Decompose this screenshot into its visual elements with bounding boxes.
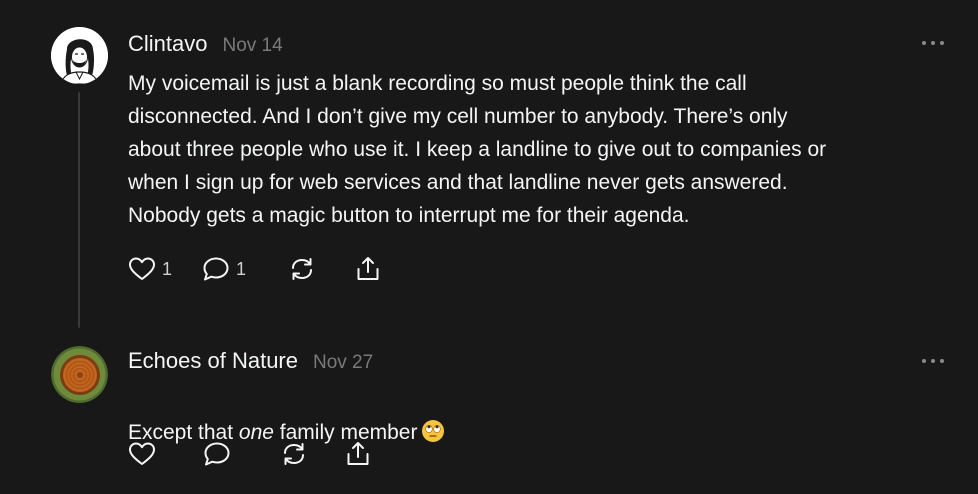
author-name[interactable]: Clintavo (128, 31, 207, 57)
comment-date[interactable]: Nov 14 (222, 35, 282, 57)
reply-button[interactable]: 1 (202, 256, 246, 282)
like-button[interactable] (128, 441, 156, 467)
reply-button[interactable] (203, 441, 231, 467)
ellipsis-icon (922, 41, 926, 45)
comment-body: My voicemail is just a blank recording s… (128, 72, 827, 227)
like-button[interactable]: 1 (128, 256, 172, 282)
comment-actions (128, 440, 372, 468)
comment-bubble-icon (203, 257, 229, 281)
share-button[interactable] (344, 440, 372, 468)
ellipsis-icon (922, 359, 926, 363)
heart-icon (129, 257, 155, 280)
comment-thread: Clintavo Nov 14 My voicemail is just a b… (0, 0, 978, 494)
author-name[interactable]: Echoes of Nature (128, 348, 298, 374)
reply-count: 1 (236, 258, 247, 279)
comment-header: Echoes of Nature Nov 27 (128, 348, 373, 374)
avatar[interactable] (51, 27, 108, 84)
repost-button[interactable] (280, 441, 308, 467)
heart-icon (129, 442, 155, 465)
repost-icon (284, 443, 304, 465)
thread-connector-line (78, 92, 80, 328)
portrait-sketch-avatar-icon (51, 27, 108, 84)
comment-echoes-of-nature: Echoes of Nature Nov 27 Except that one … (0, 340, 978, 494)
tree-rings-avatar-icon (51, 346, 108, 403)
comment-actions: 1 1 (128, 255, 382, 283)
repost-icon (292, 258, 313, 280)
share-button[interactable] (354, 255, 382, 283)
comment-clintavo: Clintavo Nov 14 My voicemail is just a b… (0, 0, 978, 340)
share-icon (357, 257, 379, 280)
share-icon (347, 442, 369, 465)
more-options-button[interactable] (922, 38, 944, 48)
comment-header: Clintavo Nov 14 (128, 31, 283, 57)
eye-roll-emoji-icon (422, 420, 445, 442)
more-options-button[interactable] (922, 356, 944, 366)
repost-button[interactable] (288, 256, 316, 282)
avatar[interactable] (51, 346, 108, 403)
like-count: 1 (162, 258, 173, 279)
comment-bubble-icon (204, 442, 230, 466)
comment-date[interactable]: Nov 27 (313, 352, 373, 374)
